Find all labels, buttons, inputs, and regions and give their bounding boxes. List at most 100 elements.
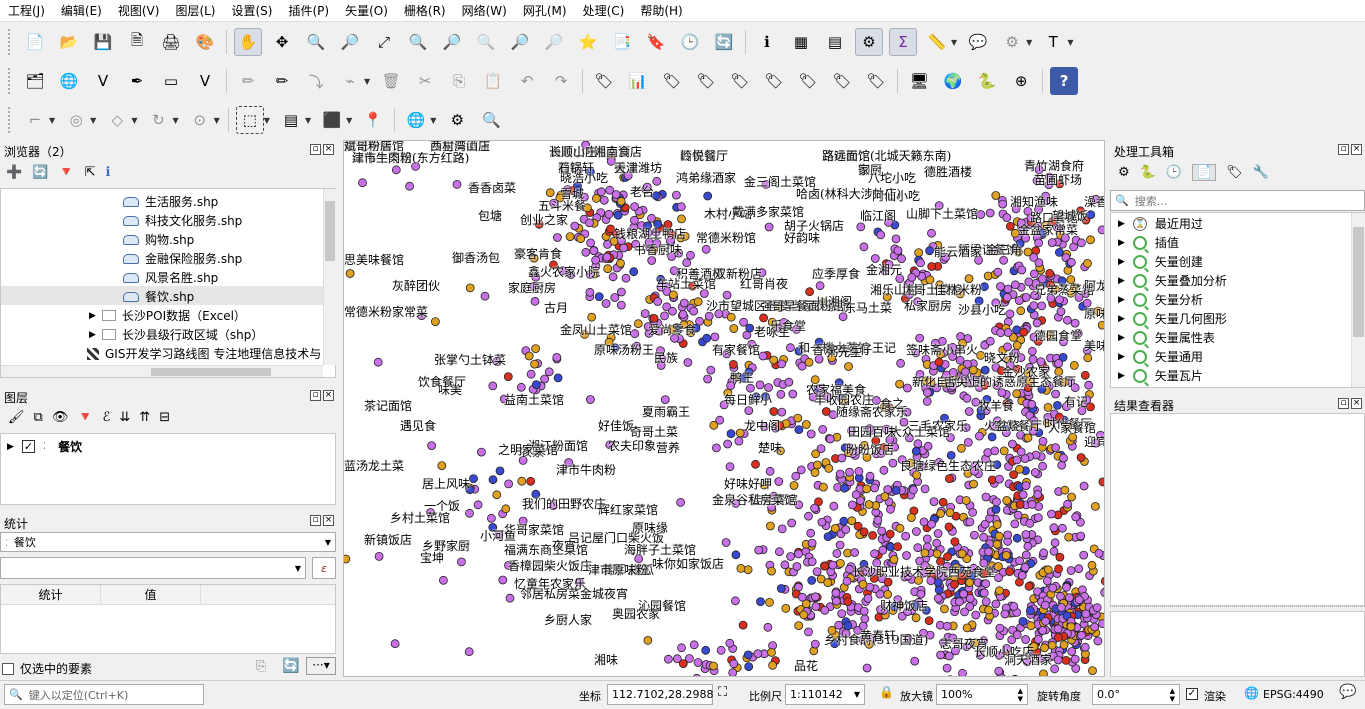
poi-point[interactable] <box>739 317 749 327</box>
poi-point[interactable] <box>1008 439 1017 449</box>
menu-item[interactable]: 处理(C) <box>575 2 633 19</box>
poi-point[interactable] <box>895 523 905 533</box>
snapping-icon[interactable]: ◎ <box>62 106 90 134</box>
poi-point[interactable] <box>911 613 921 623</box>
poi-point[interactable] <box>993 267 1003 277</box>
redo-icon[interactable]: ↷ <box>547 67 575 95</box>
expand-arrow-icon[interactable]: ▶ <box>1118 295 1125 305</box>
extents-toggle-icon[interactable]: ⛶ <box>718 685 727 700</box>
poi-point[interactable] <box>1043 402 1053 412</box>
poi-point[interactable] <box>992 497 1001 507</box>
poi-point[interactable] <box>1056 307 1066 317</box>
menu-item[interactable]: 帮助(H) <box>632 2 690 19</box>
processing-toolbox-icon[interactable]: ⚙ <box>855 28 883 56</box>
poi-point[interactable] <box>1005 221 1015 231</box>
poi-point[interactable] <box>804 357 814 367</box>
poi-point[interactable] <box>765 521 775 531</box>
poi-point[interactable] <box>611 190 621 199</box>
poi-point[interactable] <box>1019 327 1029 337</box>
tool-group[interactable]: ▶ 矢量叠加分析 <box>1118 272 1227 289</box>
poi-point[interactable] <box>927 519 936 529</box>
expand-arrow-icon[interactable]: ▶ <box>1118 333 1125 343</box>
poi-point[interactable] <box>886 504 895 514</box>
poi-point[interactable] <box>1020 454 1030 464</box>
filter-icon[interactable]: 🔻 <box>77 410 93 425</box>
poi-point[interactable] <box>831 588 841 598</box>
poi-point[interactable] <box>587 312 597 322</box>
delete-icon[interactable]: 🗑 <box>377 67 405 95</box>
poi-point[interactable] <box>1057 460 1067 470</box>
poi-point[interactable] <box>1048 583 1058 593</box>
poi-point[interactable] <box>1069 360 1079 370</box>
menu-item[interactable]: 网络(W) <box>454 2 515 19</box>
poi-point[interactable] <box>925 246 934 256</box>
poi-point[interactable] <box>865 471 875 481</box>
poi-point[interactable] <box>344 554 351 564</box>
locator-input[interactable]: 🔍 键入以定位(Ctrl+K) <box>4 684 204 705</box>
chevron-down-icon[interactable]: ▼ <box>346 116 352 125</box>
poi-point[interactable] <box>805 287 815 297</box>
poi-point[interactable] <box>1093 636 1103 646</box>
poi-point[interactable] <box>942 663 952 673</box>
poi-point[interactable] <box>991 191 1001 200</box>
poi-point[interactable] <box>1051 389 1060 399</box>
poi-point[interactable] <box>1018 490 1028 500</box>
poi-point[interactable] <box>1094 548 1104 558</box>
browser-item[interactable]: 金融保险服务.shp <box>123 250 242 267</box>
poi-point[interactable] <box>427 441 436 451</box>
poi-point[interactable] <box>581 247 591 257</box>
poi-point[interactable] <box>859 606 869 616</box>
poi-point[interactable] <box>942 621 952 631</box>
poi-point[interactable] <box>804 511 813 521</box>
poi-point[interactable] <box>902 551 911 560</box>
poi-point[interactable] <box>358 178 367 188</box>
poi-point[interactable] <box>629 267 639 277</box>
toolbar-grip[interactable] <box>8 68 12 94</box>
poi-point[interactable] <box>601 299 611 308</box>
poi-point[interactable] <box>957 549 967 559</box>
poi-point[interactable] <box>630 202 640 211</box>
poi-point[interactable] <box>807 557 817 567</box>
poi-point[interactable] <box>1066 675 1074 677</box>
poi-point[interactable] <box>1021 481 1031 491</box>
poi-point[interactable] <box>955 597 964 607</box>
poi-point[interactable] <box>1012 455 1022 465</box>
poi-point[interactable] <box>616 258 625 268</box>
poi-point[interactable] <box>1038 436 1048 446</box>
poi-point[interactable] <box>668 290 678 300</box>
poi-point[interactable] <box>526 476 536 486</box>
menu-item[interactable]: 栅格(R) <box>396 2 454 19</box>
poi-point[interactable] <box>1001 550 1011 560</box>
tool-group[interactable]: ▶ 矢量分析 <box>1118 291 1203 308</box>
poi-point[interactable] <box>992 520 1002 530</box>
poi-point[interactable] <box>784 377 794 387</box>
python-scripts-icon[interactable]: 🐍 <box>1140 165 1156 180</box>
poi-point[interactable] <box>545 188 555 198</box>
poi-point[interactable] <box>785 343 795 353</box>
poi-point[interactable] <box>810 468 820 477</box>
poi-point[interactable] <box>1079 481 1089 491</box>
poi-point[interactable] <box>464 647 474 657</box>
poi-point[interactable] <box>585 395 595 404</box>
poi-point[interactable] <box>1067 257 1076 267</box>
poi-point[interactable] <box>816 444 826 454</box>
only-selected-checkbox[interactable] <box>2 662 14 675</box>
poi-point[interactable] <box>721 538 731 547</box>
poi-point[interactable] <box>695 316 705 326</box>
poi-point[interactable] <box>476 447 486 457</box>
poi-point[interactable] <box>924 616 934 626</box>
add-icon[interactable]: ➕ <box>6 165 22 180</box>
browser-tile-item[interactable]: GIS开发学习路线图 专注地理信息技术与 <box>87 345 321 362</box>
poi-point[interactable] <box>1053 400 1062 410</box>
tool-group-recent[interactable]: ▶ ⌛ 最近用过 <box>1118 215 1203 232</box>
poi-point[interactable] <box>961 496 971 505</box>
new-project-icon[interactable]: 📄 <box>21 28 49 56</box>
virtual-layer-icon[interactable]: V <box>191 67 219 95</box>
poi-point[interactable] <box>946 675 954 677</box>
expand-arrow-icon[interactable]: ▶ <box>1118 257 1125 267</box>
poi-point[interactable] <box>616 196 626 206</box>
poi-point[interactable] <box>799 610 809 620</box>
poi-point[interactable] <box>668 306 677 316</box>
poi-point[interactable] <box>743 565 753 575</box>
poi-point[interactable] <box>1090 622 1099 632</box>
